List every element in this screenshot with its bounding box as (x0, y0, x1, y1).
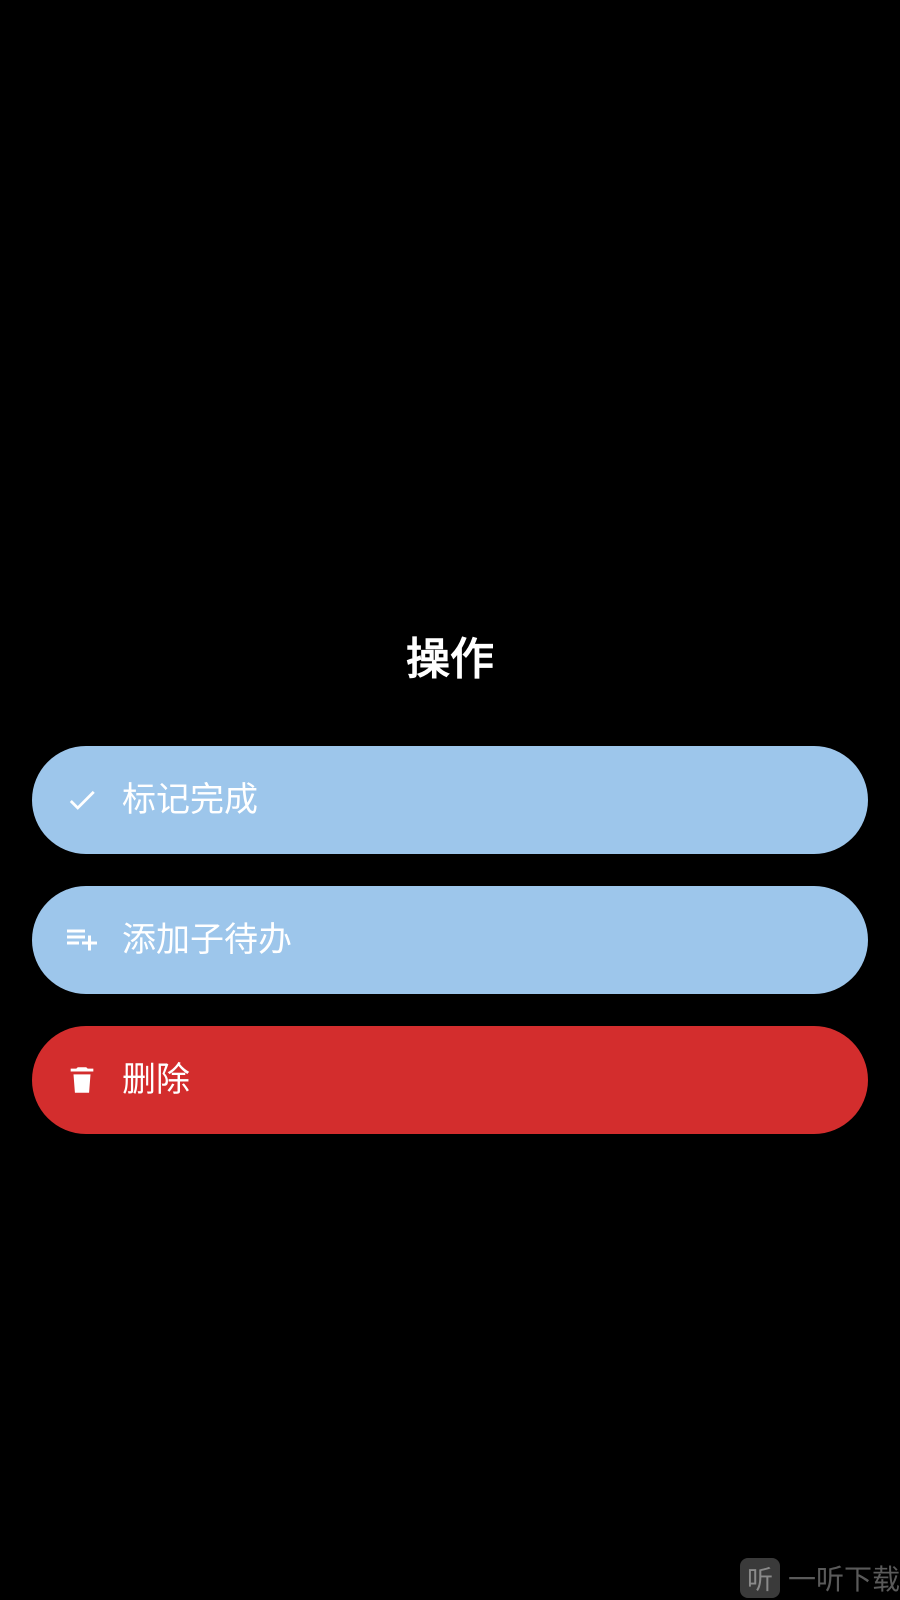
watermark-text: 一听下载 (787, 1563, 900, 1596)
add-sub-todo-button[interactable]: 添加子待办 (32, 886, 868, 994)
delete-label: 删除 (122, 1060, 190, 1100)
screen: 操作 标记完成 添加子待办 删除 听 一听下载 (0, 0, 900, 1600)
dialog-title: 操作 (406, 634, 494, 685)
watermark: 听 一听下载 (739, 1556, 900, 1600)
mark-complete-label: 标记完成 (122, 780, 258, 820)
mark-complete-button[interactable]: 标记完成 (32, 746, 868, 854)
delete-button[interactable]: 删除 (32, 1026, 868, 1134)
check-icon (62, 780, 102, 820)
playlist-add-icon (62, 920, 102, 960)
watermark-logo: 听 (739, 1558, 780, 1598)
add-sub-todo-label: 添加子待办 (122, 920, 292, 960)
trash-icon (62, 1060, 102, 1100)
